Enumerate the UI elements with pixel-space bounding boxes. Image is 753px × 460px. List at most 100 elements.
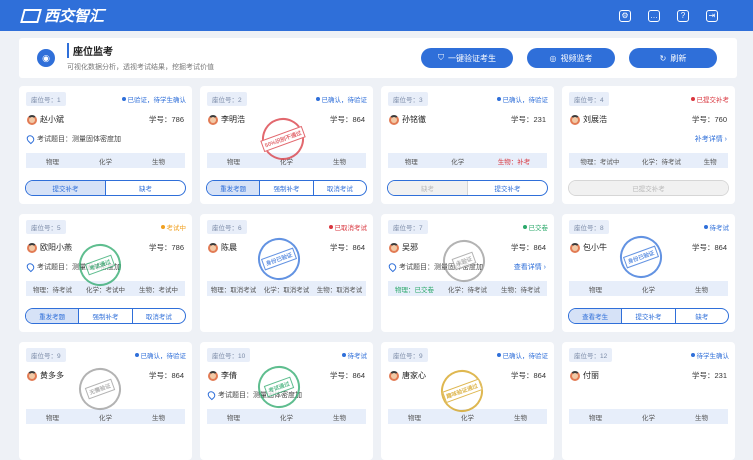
action-group: 查看考生 提交补考 缺考	[568, 308, 729, 324]
status-badge: 已提交补考	[690, 94, 729, 104]
app-logo: 西交智汇	[20, 5, 105, 26]
subject-item: 生物：取消考试	[316, 286, 363, 294]
subject-item: 物理	[46, 158, 59, 166]
subject-item: 生物	[703, 158, 717, 166]
subject-item: 物理	[227, 158, 240, 166]
action-button[interactable]: 提交补考	[468, 181, 547, 195]
action-group: 缺考 提交补考	[387, 180, 548, 196]
location-pin-icon	[206, 389, 217, 401]
subject-item: 物理	[404, 158, 418, 166]
detail-link[interactable]: 补考详情 ›	[695, 134, 727, 144]
subject-bar: 物理：取消考试 化学：取消考试 生物：取消考试	[207, 281, 366, 296]
status-badge: 已确认，待验证	[134, 350, 186, 360]
subject-item: 生物	[152, 414, 165, 422]
status-dot	[328, 225, 333, 229]
student-id: 学号：864	[510, 243, 546, 252]
avatar-icon	[27, 114, 37, 125]
avatar-icon	[27, 242, 37, 253]
action-button[interactable]: 提交补考	[622, 309, 676, 323]
student-id: 学号：231	[510, 115, 546, 124]
subject-bar: 物理：已交卷 化学：待考试 生物：待考试	[388, 281, 547, 296]
subject-item: 化学	[99, 414, 112, 422]
exam-topic: 考试题目：测量固体密度加	[387, 261, 483, 273]
status-dot	[341, 353, 346, 357]
student-id: 学号：786	[148, 115, 184, 124]
student-name: 黄多多	[27, 370, 64, 381]
status-badge: 已确认，待验证	[496, 94, 548, 104]
status-dot	[160, 225, 165, 229]
action-button[interactable]: 强制补考	[260, 181, 314, 195]
location-pin-icon	[387, 261, 398, 273]
subject-item: 化学：待考试	[448, 286, 487, 294]
seat-number: 座位号：2	[207, 92, 247, 106]
subject-item: 生物：考试中	[139, 286, 178, 294]
subject-item: 化学	[461, 414, 474, 422]
page-title: 座位监考	[67, 43, 214, 58]
seat-number: 座位号：9	[26, 348, 66, 362]
subject-item: 生物	[333, 158, 346, 166]
subject-item: 化学：待考试	[641, 158, 681, 166]
status-dot	[496, 353, 501, 357]
action-button[interactable]: 重发考题	[207, 181, 261, 195]
subject-bar: 物理 化学 生物	[388, 409, 547, 424]
avatar-icon	[570, 370, 580, 381]
subject-item: 化学	[451, 158, 465, 166]
avatar-icon	[208, 242, 218, 253]
action-button[interactable]: 缺考	[676, 309, 728, 323]
student-name: 吴邪	[389, 242, 418, 253]
seat-card: 座位号：12 待学生确认 付丽 学号：231 物理 化学 生物	[562, 342, 735, 460]
subject-bar: 物理：待考试 化学：考试中 生物：考试中	[26, 281, 185, 296]
action-button[interactable]: 取消考试	[133, 309, 185, 323]
refresh-button[interactable]: ↻ 刷新	[629, 48, 717, 68]
seat-card: 座位号：5 考试中 欧阳小燕 学号：786 考试题目：测量固体密度加 物理：待考试…	[19, 214, 192, 332]
seat-number: 座位号：9	[388, 348, 428, 362]
student-name: 包小牛	[570, 242, 607, 253]
student-id: 学号：864	[329, 115, 365, 124]
subject-item: 生物	[152, 158, 165, 166]
subject-item: 生物	[333, 414, 346, 422]
seat-number: 座位号：4	[569, 92, 609, 106]
seat-card: 座位号：6 已取消考试 陈晨 学号：864 物理：取消考试 化学：取消考试 生物：取…	[200, 214, 373, 332]
action-button[interactable]: 取消考试	[314, 181, 366, 195]
student-id: 学号：864	[691, 243, 727, 252]
student-name: 付丽	[570, 370, 599, 381]
action-button[interactable]: 提交补考	[26, 181, 106, 195]
seat-card: 座位号：10 待考试 李倩 学号：864 考试题目：测量固体密度加 物理 化学 生物 考…	[200, 342, 373, 460]
avatar-icon	[570, 114, 580, 125]
help-icon[interactable]: ?	[677, 9, 689, 22]
action-button[interactable]: 强制补考	[79, 309, 133, 323]
subject-bar: 物理 化学 生物	[207, 409, 366, 424]
logout-icon[interactable]: ⇥	[706, 9, 718, 22]
message-icon[interactable]: …	[648, 9, 660, 22]
status-dot	[134, 353, 139, 357]
subject-item: 物理	[589, 286, 602, 294]
subject-item: 化学	[642, 286, 655, 294]
subject-item: 化学	[280, 158, 293, 166]
subject-item: 化学	[99, 158, 112, 166]
subject-item: 生物	[695, 286, 708, 294]
action-button[interactable]: 缺考	[106, 181, 185, 195]
student-name: 陈晨	[208, 242, 237, 253]
app-title: 西交智汇	[44, 8, 105, 25]
student-name: 唐家心	[389, 370, 426, 381]
action-button[interactable]: 重发考题	[26, 309, 80, 323]
status-dot	[315, 97, 320, 101]
student-name: 李倩	[208, 370, 237, 381]
location-pin-icon	[25, 261, 36, 273]
video-monitor-button[interactable]: ◎ 视频监考	[527, 48, 615, 68]
seat-number: 座位号：5	[26, 220, 66, 234]
subject-item: 生物：补考	[497, 158, 531, 166]
seat-card: 座位号：9 已确认，待验证 唐家心 学号：864 物理 化学 生物 趣味验证通过	[381, 342, 554, 460]
verification-stamp: 身份已验证	[614, 230, 668, 284]
detail-link[interactable]: 查看详情 ›	[514, 262, 546, 272]
seat-number: 座位号：8	[569, 220, 609, 234]
subject-item: 生物：待考试	[501, 286, 540, 294]
status-dot	[522, 225, 527, 229]
action-button: 缺考	[388, 181, 468, 195]
verify-all-button[interactable]: ⛉ 一键验证考生	[421, 48, 513, 68]
settings-icon[interactable]: ⚙	[619, 9, 631, 22]
top-bar: 西交智汇 ⚙ … ? ⇥	[0, 0, 753, 31]
action-button[interactable]: 查看考生	[569, 309, 623, 323]
status-badge: 待考试	[341, 350, 367, 360]
subject-item: 化学：考试中	[86, 286, 125, 294]
